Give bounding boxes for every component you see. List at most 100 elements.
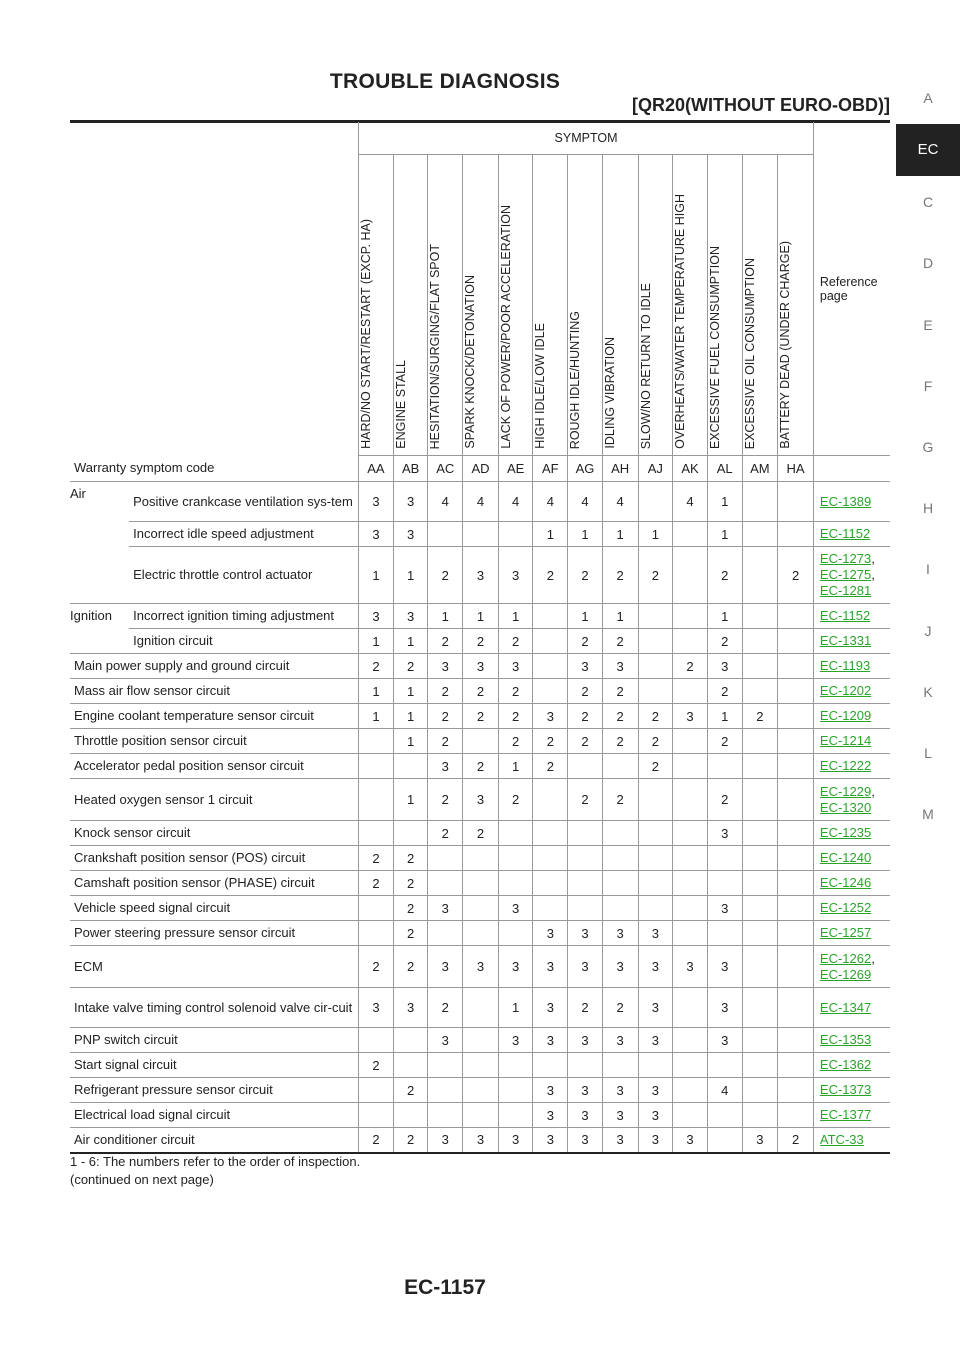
inspection-order-cell: 1 [462, 603, 499, 629]
inspection-order-cell: 1 [427, 603, 463, 629]
inspection-order-cell: 2 [601, 987, 639, 1028]
section-tab-f[interactable]: F [896, 370, 960, 402]
table-row: Camshaft position sensor (PHASE) circuit… [70, 870, 890, 896]
inspection-order-cell [358, 820, 394, 846]
inspection-order-cell: 3 [497, 895, 533, 921]
table-row: Ignition circuit 1 1 2 2 2 2 2 2 EC-1331 [70, 628, 890, 654]
reference-link[interactable]: EC-1257 [820, 925, 871, 940]
inspection-order-cell: 3 [672, 703, 708, 729]
inspection-order-cell [567, 1052, 603, 1078]
reference-link[interactable]: EC-1389 [820, 494, 871, 509]
reference-page-header: Reference page [812, 122, 890, 456]
warranty-code: AH [601, 455, 639, 482]
item-cell: Electrical load signal circuit [70, 1102, 359, 1128]
reference-cell: EC-1273, EC-1275, EC-1281 [812, 546, 890, 604]
inspection-order-cell: 3 [497, 945, 533, 988]
reference-link[interactable]: EC-1347 [820, 1000, 871, 1015]
reference-link[interactable]: EC-1152 [820, 526, 870, 541]
inspection-order-cell: 2 [427, 678, 463, 704]
inspection-order-cell: 3 [497, 653, 533, 679]
symptom-column-header: SLOW/NO RETURN TO IDLE [637, 154, 673, 456]
item-cell: Heated oxygen sensor 1 circuit [70, 778, 359, 821]
inspection-order-cell: 3 [497, 1127, 533, 1154]
inspection-order-cell: 3 [706, 945, 743, 988]
inspection-order-cell: 3 [392, 603, 428, 629]
category-cell: Ignition [70, 603, 130, 654]
inspection-order-cell [672, 778, 708, 821]
table-row: Electrical load signal circuit 3 3 3 3 EC-137… [70, 1102, 890, 1128]
inspection-order-cell: 2 [601, 778, 639, 821]
item-cell: Incorrect idle speed adjustment [129, 521, 359, 547]
inspection-order-cell: 2 [777, 546, 814, 604]
symptom-column-header: SPARK KNOCK/DETONATION [462, 154, 499, 456]
inspection-order-cell: 3 [601, 1077, 639, 1103]
section-tab-e[interactable]: E [896, 309, 960, 341]
section-tab-c[interactable]: C [896, 186, 960, 218]
reference-link[interactable]: EC-1320 [820, 800, 871, 815]
reference-link[interactable]: EC-1209 [820, 708, 871, 723]
reference-link[interactable]: EC-1269 [820, 967, 871, 982]
inspection-order-cell: 2 [567, 987, 603, 1028]
reference-link[interactable]: EC-1377 [820, 1107, 871, 1122]
reference-link[interactable]: EC-1222 [820, 758, 871, 773]
inspection-order-cell: 3 [637, 945, 673, 988]
item-cell: Intake valve timing control solenoid val… [70, 987, 359, 1028]
section-tab-g[interactable]: G [896, 431, 960, 463]
section-tab-l[interactable]: L [896, 737, 960, 769]
reference-link[interactable]: EC-1331 [820, 633, 871, 648]
inspection-order-cell: 2 [601, 678, 639, 704]
reference-link[interactable]: EC-1362 [820, 1057, 871, 1072]
inspection-order-cell [741, 603, 778, 629]
section-tab-d[interactable]: D [896, 247, 960, 279]
reference-link[interactable]: EC-1235 [820, 825, 871, 840]
section-tab-ec[interactable]: EC [896, 124, 960, 177]
inspection-order-cell [777, 945, 814, 988]
reference-link[interactable]: EC-1262 [820, 951, 871, 966]
reference-link[interactable]: EC-1273 [820, 551, 871, 566]
inspection-order-cell: 3 [637, 987, 673, 1028]
section-tab-h[interactable]: H [896, 492, 960, 524]
inspection-order-cell: 3 [601, 1027, 639, 1053]
inspection-order-cell: 2 [706, 628, 743, 654]
warranty-code: AG [567, 455, 603, 482]
inspection-order-cell [672, 870, 708, 896]
inspection-order-cell [462, 895, 499, 921]
section-tab-k[interactable]: K [896, 676, 960, 708]
inspection-order-cell: 2 [601, 728, 639, 754]
inspection-order-cell: 3 [532, 987, 568, 1028]
symptom-column-header: IDLING VIBRATION [601, 154, 639, 456]
inspection-order-cell: 2 [637, 728, 673, 754]
reference-link[interactable]: EC-1202 [820, 683, 871, 698]
section-tab-i[interactable]: I [896, 553, 960, 585]
reference-link[interactable]: EC-1373 [820, 1082, 871, 1097]
reference-link[interactable]: EC-1281 [820, 583, 871, 598]
reference-link[interactable]: EC-1275 [820, 567, 871, 582]
reference-link[interactable]: EC-1214 [820, 733, 871, 748]
inspection-order-cell [637, 895, 673, 921]
inspection-order-cell: 3 [637, 1027, 673, 1053]
reference-link[interactable]: ATC-33 [820, 1132, 864, 1147]
section-tab-a[interactable]: A [896, 82, 960, 114]
inspection-order-cell: 1 [392, 728, 428, 754]
reference-link[interactable]: EC-1252 [820, 900, 871, 915]
reference-link[interactable]: EC-1353 [820, 1032, 871, 1047]
inspection-order-cell: 2 [392, 895, 428, 921]
inspection-order-cell: 2 [567, 628, 603, 654]
reference-cell: EC-1246 [812, 870, 890, 896]
reference-link[interactable]: EC-1193 [820, 658, 870, 673]
inspection-order-cell: 4 [706, 1077, 743, 1103]
reference-link[interactable]: EC-1240 [820, 850, 871, 865]
symptom-label: EXCESSIVE OIL CONSUMPTION [742, 257, 757, 449]
inspection-order-cell [777, 895, 814, 921]
header-blank-cell [70, 122, 359, 456]
section-tab-m[interactable]: M [896, 798, 960, 830]
reference-link[interactable]: EC-1229 [820, 784, 871, 799]
table-row: Accelerator pedal position sensor circui… [70, 753, 890, 779]
inspection-order-cell [427, 870, 463, 896]
section-tab-j[interactable]: J [896, 615, 960, 647]
warranty-code: AL [706, 455, 743, 482]
inspection-order-cell: 2 [706, 728, 743, 754]
reference-link[interactable]: EC-1246 [820, 875, 871, 890]
inspection-order-cell [462, 1102, 499, 1128]
reference-link[interactable]: EC-1152 [820, 608, 870, 623]
